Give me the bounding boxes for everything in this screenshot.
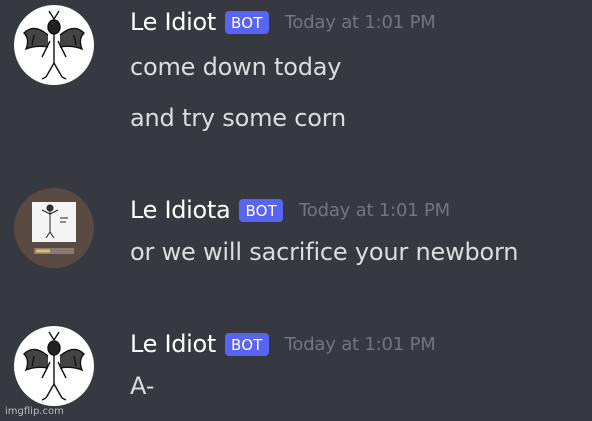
bot-tag: BOT — [225, 332, 269, 356]
timestamp[interactable]: Today at 1:01 PM — [285, 334, 436, 355]
username[interactable]: Le Idiota — [130, 196, 231, 224]
message-header: Le Idiot BOT Today at 1:01 PM — [130, 327, 436, 361]
timestamp[interactable]: Today at 1:01 PM — [285, 12, 436, 33]
bot-tag: BOT — [239, 198, 284, 222]
message-text: and try some corn — [130, 104, 346, 132]
message-text: or we will sacrifice your newborn — [130, 238, 519, 266]
user-avatar[interactable] — [14, 5, 94, 85]
bot-tag: BOT — [225, 10, 269, 34]
message-header: Le Idiot BOT Today at 1:01 PM — [130, 5, 436, 39]
username[interactable]: Le Idiot — [130, 8, 216, 36]
message-header: Le Idiota BOT Today at 1:01 PM — [130, 193, 450, 227]
user-avatar[interactable] — [14, 326, 94, 406]
timestamp[interactable]: Today at 1:01 PM — [299, 200, 450, 221]
username[interactable]: Le Idiot — [130, 330, 216, 358]
bat-creature-avatar-icon — [23, 10, 85, 80]
message-text: A- — [130, 372, 155, 400]
message-text: come down today — [130, 53, 342, 81]
bat-creature-avatar-icon — [23, 331, 85, 401]
meme-thumbnail-avatar-icon — [32, 202, 76, 254]
user-avatar[interactable] — [14, 188, 94, 268]
chat-message-list: Le Idiot BOT Today at 1:01 PM come down … — [0, 0, 592, 421]
watermark: imgflip.com — [5, 406, 64, 417]
